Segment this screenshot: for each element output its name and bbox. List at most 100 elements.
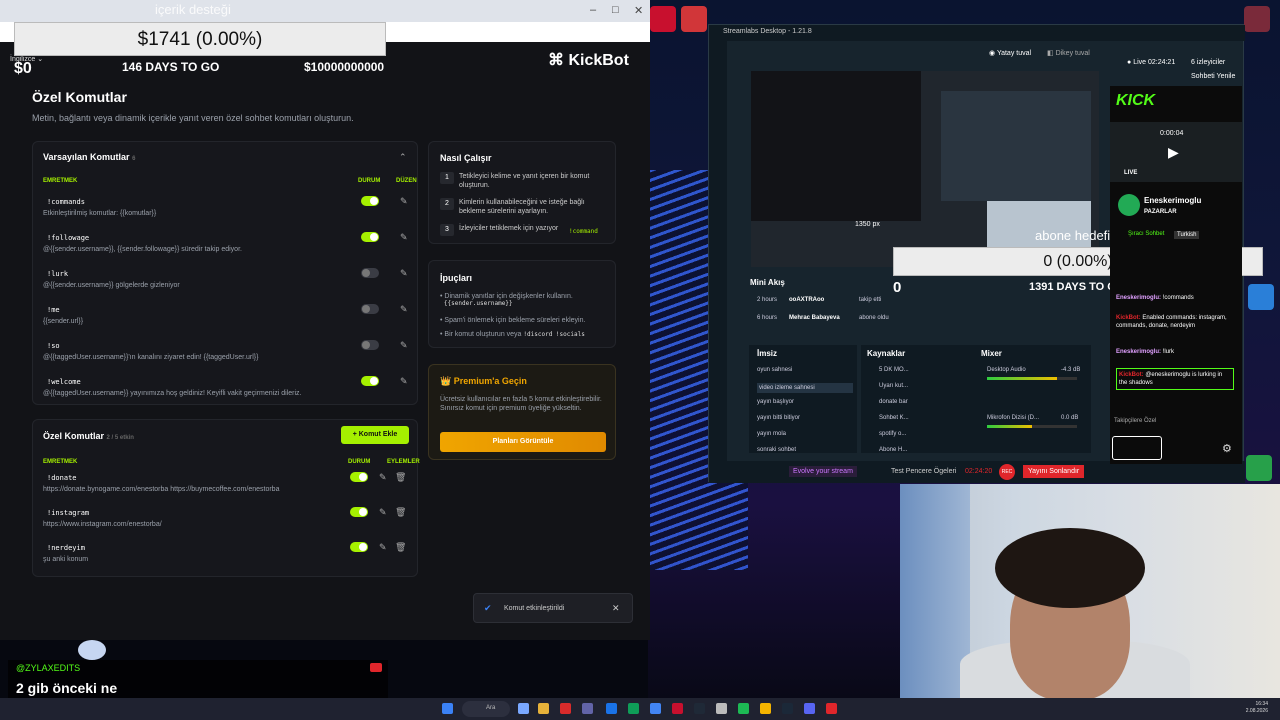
command-toggle[interactable] (361, 268, 379, 278)
edit-icon[interactable]: ✎ (400, 268, 408, 279)
app-icon-6[interactable] (826, 703, 837, 714)
view-plans-button[interactable]: Planları Görüntüle (440, 432, 606, 452)
trash-icon[interactable]: 🗑 (395, 542, 406, 553)
app-icon-3[interactable] (606, 703, 617, 714)
teams-icon[interactable] (582, 703, 593, 714)
command-toggle[interactable] (350, 507, 368, 517)
taskbar-search[interactable]: Ara (462, 701, 510, 717)
close-icon[interactable]: ✕ (634, 4, 643, 17)
file-explorer-icon[interactable] (538, 703, 549, 714)
edit-icon[interactable]: ✎ (379, 507, 387, 518)
scene-item[interactable]: oyun sahnesi (757, 367, 792, 373)
kickbot-logo[interactable]: ⌘ KickBot (548, 50, 629, 70)
tag-1[interactable]: Şıracı Sohbet (1128, 231, 1164, 237)
command-toggle[interactable] (361, 196, 379, 206)
steam-icon[interactable] (782, 703, 793, 714)
chat-user[interactable]: KickBot: (1119, 372, 1145, 378)
source-item[interactable]: Sohbet K... (879, 415, 909, 421)
start-icon[interactable] (442, 703, 453, 714)
channel-category[interactable]: PAZARLAR (1144, 209, 1177, 215)
refresh-chat-button[interactable]: Sohbeti Yenile (1191, 73, 1235, 80)
edit-icon[interactable]: ✎ (379, 542, 387, 553)
tag-2[interactable]: Turkish (1174, 231, 1200, 239)
source-item[interactable]: donate bar (879, 399, 908, 405)
scene-item[interactable]: yayın mola (757, 431, 786, 437)
edit-icon[interactable]: ✎ (400, 196, 408, 207)
edit-icon[interactable]: ✎ (400, 376, 408, 387)
sandbox-icon[interactable] (1248, 284, 1274, 310)
feed-user[interactable]: Mehrac Babayeva (789, 315, 840, 321)
trash-icon[interactable]: 🗑 (395, 507, 406, 518)
feed-user[interactable]: ooAXTRAoo (789, 297, 824, 303)
desktop-app-icon[interactable] (1244, 6, 1270, 32)
edit-icon[interactable]: ✎ (400, 340, 408, 351)
command-name[interactable]: !nerdeyim (47, 544, 85, 552)
chat-alert-overlay: @ZYLAXEDITS 2 gib önceki ne (8, 660, 388, 698)
command-name[interactable]: !followage (47, 234, 89, 242)
valorant-shortcut-icon-2[interactable] (681, 6, 707, 32)
premium-title-text: Premium'a Geçin (453, 376, 527, 386)
command-toggle[interactable] (350, 542, 368, 552)
scene-item[interactable]: video izleme sahnesi (757, 383, 853, 393)
rec-button[interactable]: REC (999, 464, 1015, 480)
command-name[interactable]: !me (47, 306, 60, 314)
vertical-canvas-toggle[interactable]: ◧ Dikey tuval (1047, 49, 1090, 57)
edge-icon[interactable] (628, 703, 639, 714)
play-icon[interactable]: ▶ (1168, 144, 1179, 161)
minimize-icon[interactable]: – (590, 4, 596, 16)
kick-player[interactable]: ▶ 0:00:04 LIVE (1110, 122, 1242, 182)
chrome-icon[interactable] (760, 703, 771, 714)
source-item[interactable]: spotify o... (879, 431, 906, 437)
command-toggle[interactable] (361, 376, 379, 386)
source-item[interactable]: Uyarı kut... (879, 383, 908, 389)
valorant-shortcut-icon[interactable] (650, 6, 676, 32)
horizontal-label: Yatay tuval (996, 50, 1032, 57)
discord-icon[interactable] (804, 703, 815, 714)
scene-item[interactable]: yayın başlıyor (757, 399, 794, 405)
source-item[interactable]: Abone H... (879, 447, 907, 453)
command-name[interactable]: !welcome (47, 378, 81, 386)
command-toggle[interactable] (361, 232, 379, 242)
toast-close-icon[interactable]: ✕ (612, 603, 620, 614)
test-widgets-button[interactable]: Test Pencere Ögeleri (891, 468, 956, 475)
app-icon-4[interactable] (650, 703, 661, 714)
scene-item[interactable]: yayın bitti bitiyor (757, 415, 800, 421)
taskbar-clock[interactable]: 16:34 2.08.2026 (1240, 701, 1268, 715)
channel-name[interactable]: Eneskerimoglu (1144, 196, 1201, 205)
app-icon-2[interactable] (560, 703, 571, 714)
step-text: Tetikleyici kelime ve yanıt içeren bir k… (459, 173, 590, 189)
chat-user[interactable]: Eneskerimoglu: (1116, 295, 1163, 301)
end-stream-button[interactable]: Yayını Sonlandır (1023, 465, 1085, 478)
command-name[interactable]: !commands (47, 198, 85, 206)
chat-user[interactable]: Eneskerimoglu: (1116, 349, 1163, 355)
chat-user[interactable]: KickBot: (1116, 315, 1142, 321)
app-icon-5[interactable] (694, 703, 705, 714)
command-name[interactable]: !instagram (47, 509, 89, 517)
desktop-app-icon-2[interactable] (1246, 455, 1272, 481)
default-commands-title[interactable]: Varsayılan Komutlar 6 (43, 152, 135, 162)
streamlabs-icon[interactable] (716, 703, 727, 714)
edit-icon[interactable]: ✎ (400, 232, 408, 243)
valorant-icon[interactable] (672, 703, 683, 714)
command-toggle[interactable] (361, 304, 379, 314)
horizontal-canvas-toggle[interactable]: ◉ Yatay tuval (989, 49, 1031, 57)
edit-icon[interactable]: ✎ (379, 472, 387, 483)
trash-icon[interactable]: 🗑 (395, 472, 406, 483)
app-icon-1[interactable] (518, 703, 529, 714)
command-name[interactable]: !so (47, 342, 60, 350)
maximize-icon[interactable]: □ (612, 4, 619, 16)
collapse-icon[interactable]: ⌃ (399, 152, 407, 163)
command-toggle[interactable] (361, 340, 379, 350)
evolve-button[interactable]: Evolve your stream (789, 466, 857, 477)
scene-item[interactable]: sonraki sohbet (757, 447, 796, 453)
command-toggle[interactable] (350, 472, 368, 482)
edit-icon[interactable]: ✎ (400, 304, 408, 315)
command-description: @{{taggedUser.username}}'ın kanalını ziy… (43, 354, 259, 361)
source-item[interactable]: 5 DK MO... (879, 367, 909, 373)
chat-settings-icon[interactable]: ⚙ (1222, 442, 1232, 455)
chat-input[interactable] (1112, 436, 1162, 460)
command-name[interactable]: !lurk (47, 270, 68, 278)
spotify-icon[interactable] (738, 703, 749, 714)
command-name[interactable]: !donate (47, 474, 77, 482)
add-command-button[interactable]: + Komut Ekle (341, 426, 409, 444)
